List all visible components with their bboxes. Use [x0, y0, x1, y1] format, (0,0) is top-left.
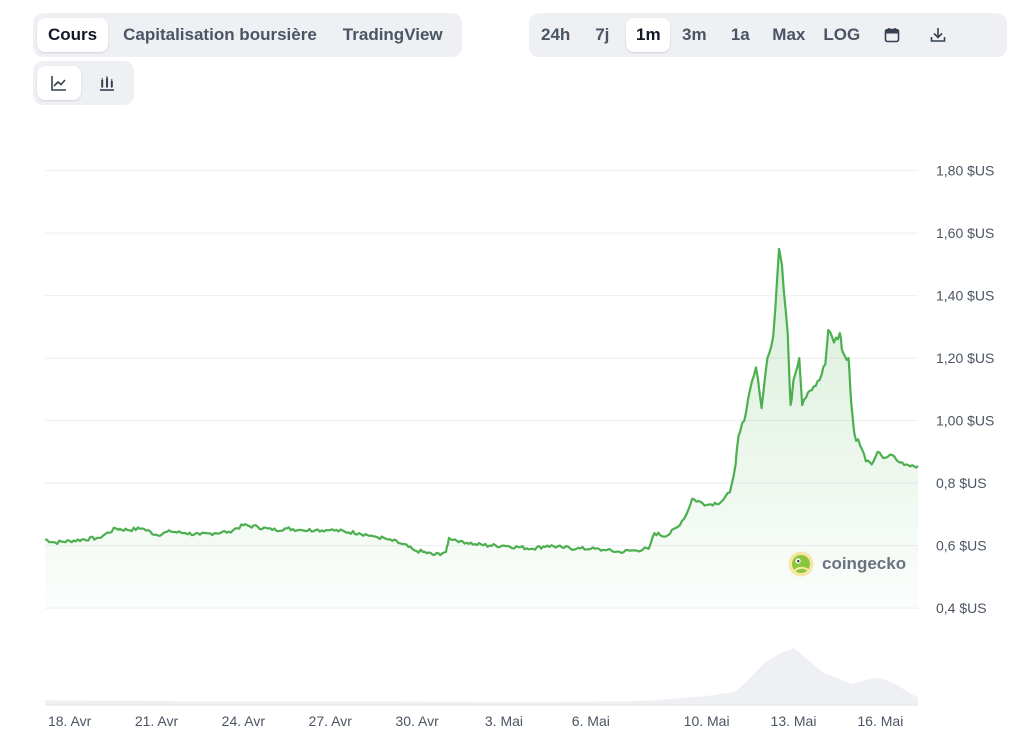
- range-max-button[interactable]: Max: [764, 18, 813, 52]
- x-tick-label: 27. Avr: [309, 713, 353, 729]
- time-range-selector: 24h 7j 1m 3m 1a Max LOG: [529, 13, 1007, 57]
- range-3m-button[interactable]: 3m: [672, 18, 716, 52]
- range-7j-button[interactable]: 7j: [580, 18, 624, 52]
- range-log-button[interactable]: LOG: [815, 18, 868, 52]
- range-24h-button[interactable]: 24h: [533, 18, 578, 52]
- range-1m-button[interactable]: 1m: [626, 18, 671, 52]
- range-1a-button[interactable]: 1a: [718, 18, 762, 52]
- download-button[interactable]: [916, 18, 960, 52]
- x-tick-label: 13. Mai: [771, 713, 817, 729]
- price-chart: 1,80 $US 1,60 $US 1,40 $US 1,20 $US 1,00 $US…: [44, 163, 994, 729]
- y-tick-label: 1,80 $US: [936, 163, 994, 179]
- tab-tradingview[interactable]: TradingView: [332, 18, 454, 52]
- x-tick-label: 16. Mai: [857, 713, 903, 729]
- coingecko-watermark: coingecko: [788, 551, 906, 577]
- gecko-logo-icon: [788, 551, 814, 577]
- calendar-button[interactable]: [870, 18, 914, 52]
- candlestick-chart-icon: [100, 76, 114, 91]
- x-tick-label: 30. Avr: [395, 713, 439, 729]
- line-chart-icon: [51, 76, 66, 91]
- x-tick-label: 21. Avr: [135, 713, 179, 729]
- candlestick-chart-button[interactable]: [85, 66, 129, 100]
- volume-area-layer: [45, 648, 918, 706]
- chart-type-selector: [33, 61, 134, 105]
- y-tick-label: 1,20 $US: [936, 350, 994, 366]
- y-tick-label: 0,4 $US: [936, 600, 987, 616]
- y-tick-label: 0,8 $US: [936, 475, 987, 491]
- x-tick-label: 18. Avr: [48, 713, 92, 729]
- watermark-text: coingecko: [822, 554, 907, 573]
- y-tick-label: 1,60 $US: [936, 225, 994, 241]
- line-chart-button[interactable]: [37, 66, 81, 100]
- x-tick-label: 24. Avr: [222, 713, 266, 729]
- tab-capitalisation-boursi-re[interactable]: Capitalisation boursière: [112, 18, 328, 52]
- x-axis-labels: 18. Avr 21. Avr 24. Avr 27. Avr 30. Avr 3. Ma…: [48, 713, 903, 729]
- x-tick-label: 6. Mai: [572, 713, 610, 729]
- calendar-icon: [884, 28, 900, 43]
- y-tick-label: 1,00 $US: [936, 413, 994, 429]
- tab-cours[interactable]: Cours: [37, 18, 109, 52]
- x-tick-label: 10. Mai: [684, 713, 730, 729]
- chart-tabs: Cours Capitalisation boursière TradingView: [33, 13, 462, 57]
- x-tick-label: 3. Mai: [485, 713, 523, 729]
- volume-area: [45, 648, 918, 705]
- y-axis-labels: 1,80 $US 1,60 $US 1,40 $US 1,20 $US 1,00 $US…: [936, 163, 994, 617]
- y-tick-label: 0,6 $US: [936, 538, 987, 554]
- y-tick-label: 1,40 $US: [936, 288, 994, 304]
- download-icon: [930, 28, 946, 42]
